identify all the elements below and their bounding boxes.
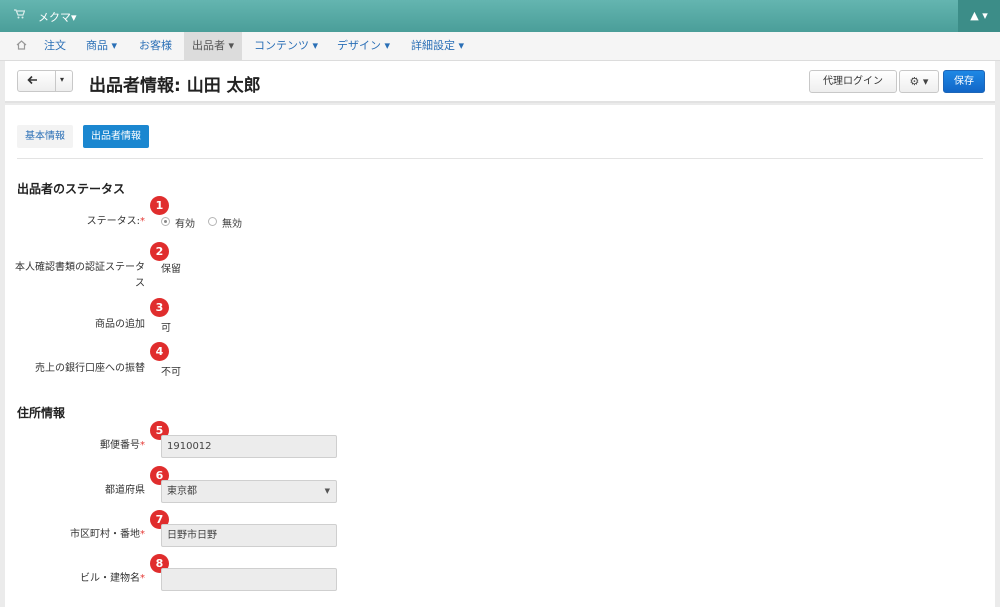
user-icon: ▲ ▾	[970, 9, 988, 22]
chevron-down-icon: ▼	[324, 487, 330, 495]
bank-transfer-label: 売上の銀行口座への振替	[35, 363, 145, 374]
store-menu[interactable]: メクマ▾	[38, 9, 77, 25]
id-verification-value: 保留	[161, 264, 181, 275]
city-label: 市区町村・番地*	[70, 529, 145, 540]
settings-dropdown-button[interactable]: ⚙ ▾	[899, 70, 939, 93]
save-button[interactable]: 保存	[943, 70, 985, 93]
menu-sellers[interactable]: 出品者 ▾	[184, 32, 243, 60]
menu-advanced-settings[interactable]: 詳細設定 ▾	[405, 32, 470, 60]
add-products-value: 可	[161, 323, 171, 334]
postal-code-field[interactable]: 1910012	[161, 435, 337, 458]
back-button-group[interactable]: ▾	[17, 70, 73, 92]
home-icon[interactable]	[16, 40, 27, 53]
annotation-badge: 1	[150, 196, 169, 215]
menu-contents[interactable]: コンテンツ ▾	[248, 32, 324, 60]
proxy-login-button[interactable]: 代理ログイン	[809, 70, 897, 93]
gear-icon: ⚙ ▾	[909, 75, 929, 88]
button-separator	[55, 71, 56, 91]
postal-code-label: 郵便番号*	[100, 440, 145, 451]
annotation-badge: 3	[150, 298, 169, 317]
menu-products[interactable]: 商品 ▾	[80, 32, 123, 60]
building-field[interactable]	[161, 568, 337, 591]
status-radio-active[interactable]	[161, 217, 170, 226]
status-option-inactive[interactable]: 無効	[222, 215, 242, 230]
tab-basic-info[interactable]: 基本情報	[17, 125, 73, 148]
status-option-active[interactable]: 有効	[175, 215, 195, 230]
main-content: 基本情報 出品者情報 出品者のステータス ステータス:* 1 有効 無効 本人確…	[5, 105, 995, 607]
menu-customers[interactable]: お客様	[133, 32, 178, 60]
page-title: 出品者情報: 山田 太郎	[89, 76, 261, 96]
id-verification-label: 本人確認書類の認証ステータス	[15, 262, 145, 289]
cart-icon	[14, 9, 26, 22]
menu-design[interactable]: デザイン ▾	[331, 32, 396, 60]
top-bar: メクマ▾ ▲ ▾	[0, 0, 1000, 32]
add-products-label: 商品の追加	[95, 319, 145, 330]
annotation-badge: 4	[150, 342, 169, 361]
back-arrow-icon[interactable]	[27, 74, 38, 88]
status-radio-inactive[interactable]	[208, 217, 217, 226]
prefecture-select[interactable]: 東京都 ▼	[161, 480, 337, 503]
main-menu: 注文 商品 ▾ お客様 出品者 ▾ コンテンツ ▾ デザイン ▾ 詳細設定 ▾	[0, 32, 1000, 61]
prefecture-label: 都道府県	[105, 485, 145, 496]
title-bar: ▾ 出品者情報: 山田 太郎 代理ログイン ⚙ ▾ 保存	[5, 61, 995, 103]
menu-orders[interactable]: 注文	[38, 32, 72, 60]
city-field[interactable]: 日野市日野	[161, 524, 337, 547]
user-menu-button[interactable]: ▲ ▾	[958, 0, 1000, 32]
prefecture-value: 東京都	[167, 486, 197, 497]
annotation-badge: 2	[150, 242, 169, 261]
tab-seller-info[interactable]: 出品者情報	[83, 125, 149, 148]
bank-transfer-value: 不可	[161, 367, 181, 378]
divider	[17, 158, 983, 159]
chevron-down-icon[interactable]: ▾	[60, 75, 64, 84]
section-title-address: 住所情報	[17, 406, 66, 420]
building-label: ビル・建物名*	[80, 573, 145, 584]
status-label: ステータス:*	[86, 216, 145, 227]
section-title-status: 出品者のステータス	[17, 182, 126, 196]
